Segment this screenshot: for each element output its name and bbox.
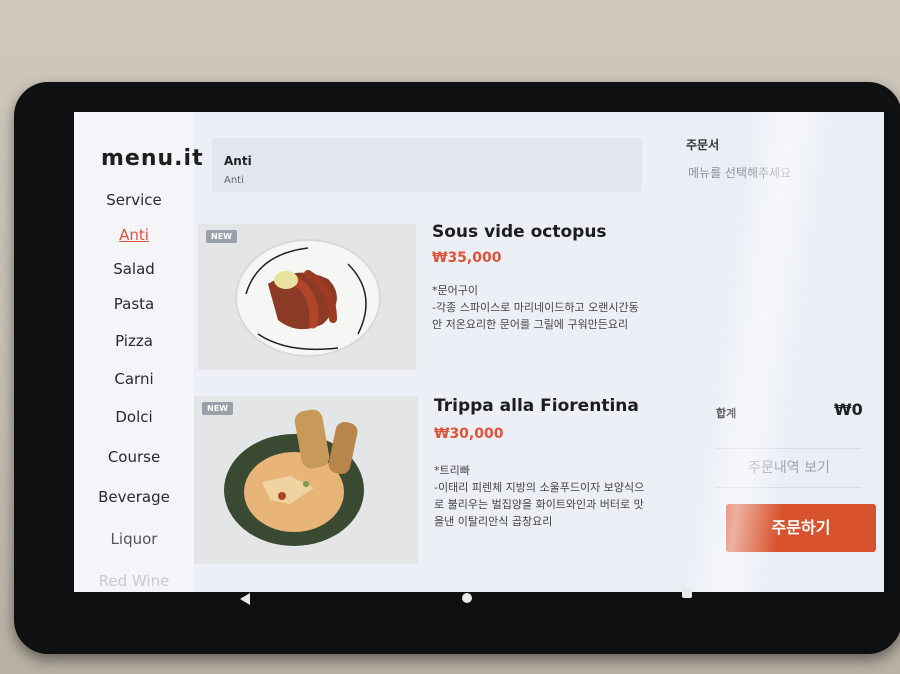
category-pasta[interactable]: Pasta	[74, 295, 194, 313]
menu-item-image-trippa[interactable]: NEW	[194, 396, 418, 564]
total-label: 합계	[716, 407, 737, 420]
home-circle-icon[interactable]	[462, 593, 472, 603]
tablet-screen: menu.it Service Anti Salad Pasta Pizza C…	[74, 112, 884, 592]
back-triangle-icon[interactable]	[240, 593, 250, 605]
desc-line: *문어구이	[432, 284, 478, 297]
category-dolci[interactable]: Dolci	[74, 408, 194, 426]
category-liquor[interactable]: Liquor	[74, 530, 194, 548]
desc-line: -각종 스파이스로 마리네이드하고 오랜시간동	[432, 301, 639, 314]
category-salad[interactable]: Salad	[74, 260, 194, 278]
category-anti[interactable]: Anti	[74, 226, 194, 244]
category-course[interactable]: Course	[74, 448, 194, 466]
app-logo: menu.it	[101, 146, 204, 171]
desc-line: -이태리 피렌체 지방의 소울푸드이자 보양식으	[434, 481, 645, 494]
desc-line: 로 불리우는 벌집양을 화이트와인과 버터로 맛	[434, 498, 644, 511]
menu-item-description: *트리빠 -이태리 피렌체 지방의 소울푸드이자 보양식으 로 불리우는 벌집양…	[434, 462, 644, 530]
menu-item-name[interactable]: Trippa alla Fiorentina	[434, 396, 639, 416]
recent-square-icon[interactable]	[682, 588, 692, 598]
category-pizza[interactable]: Pizza	[74, 332, 194, 350]
category-service[interactable]: Service	[74, 191, 194, 209]
new-badge: NEW	[202, 402, 233, 415]
menu-item-price: ₩30,000	[434, 426, 504, 442]
menu-item-price: ₩35,000	[432, 250, 502, 266]
order-title: 주문서	[686, 138, 720, 152]
section-title: Anti	[224, 154, 252, 168]
order-history-button[interactable]: 주문내역 보기	[716, 448, 862, 488]
octopus-dish-icon	[198, 224, 416, 370]
menu-item-name[interactable]: Sous vide octopus	[432, 222, 607, 242]
category-beverage[interactable]: Beverage	[74, 488, 194, 506]
category-carni[interactable]: Carni	[74, 370, 194, 388]
desc-line: 을낸 이탈리안식 곱창요리	[434, 515, 553, 528]
desc-line: 안 저온요리한 문어를 그릴에 구워만든요리	[432, 318, 629, 331]
menu-item-description: *문어구이 -각종 스파이스로 마리네이드하고 오랜시간동 안 저온요리한 문어…	[432, 282, 639, 333]
section-subtitle: Anti	[224, 175, 244, 186]
total-value: ₩0	[834, 400, 863, 419]
desc-line: *트리빠	[434, 464, 470, 477]
category-sidebar: menu.it Service Anti Salad Pasta Pizza C…	[74, 112, 203, 592]
order-total-row: 합계 ₩0	[668, 400, 884, 430]
order-empty-message: 메뉴를 선택해주세요	[688, 166, 792, 180]
android-nav-bar	[74, 588, 884, 614]
menu-item-image-octopus[interactable]: NEW	[198, 224, 416, 370]
trippa-dish-icon	[194, 396, 418, 564]
submit-order-button[interactable]: 주문하기	[726, 504, 876, 552]
section-header: Anti Anti	[212, 138, 642, 192]
new-badge: NEW	[206, 230, 237, 243]
order-panel: 주문서 메뉴를 선택해주세요 합계 ₩0 주문내역 보기 주문하기	[668, 112, 884, 592]
